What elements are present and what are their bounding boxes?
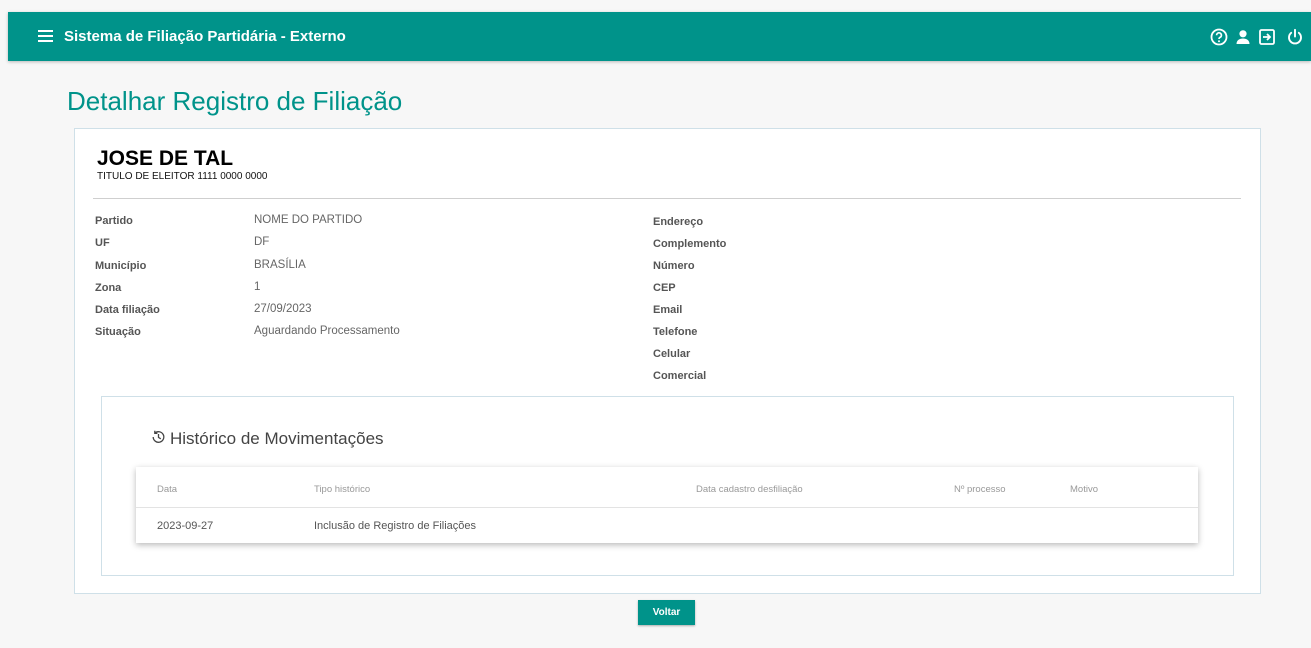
value-municipio: BRASÍLIA [254,259,306,271]
label-endereco: Endereço [653,216,704,228]
label-partido: Partido [95,215,133,227]
label-zona: Zona [95,282,122,294]
history-panel: Histórico de Movimentações Data Tipo his… [101,396,1234,576]
table-cell-data: 2023-09-27 [157,520,214,532]
label-cep: CEP [653,282,676,294]
column-header-data: Data [157,484,178,495]
power-icon[interactable] [1285,27,1305,47]
value-situacao: Aguardando Processamento [254,325,400,337]
label-uf: UF [95,237,110,249]
value-uf: DF [254,236,270,248]
history-title-text: Histórico de Movimentações [170,429,384,448]
filiation-detail-card: JOSE DE TAL TITULO DE ELEITOR 1111 0000 … [74,128,1261,594]
page-title: Detalhar Registro de Filiação [67,86,403,116]
voltar-button[interactable]: Voltar [638,600,695,625]
value-data-filiacao: 27/09/2023 [254,303,312,315]
label-comercial: Comercial [653,370,707,382]
column-header-tipo-historico: Tipo histórico [314,484,371,495]
column-header-data-cadastro-desfiliacao: Data cadastro desfiliação [696,484,803,495]
table-cell-tipo-historico: Inclusão de Registro de Filiações [314,520,477,532]
label-telefone: Telefone [653,326,698,338]
history-title: Histórico de Movimentações [150,429,384,449]
table-row-divider [136,507,1198,508]
history-icon [152,430,165,443]
history-table: Data Tipo histórico Data cadastro desfil… [136,467,1198,543]
column-header-motivo: Motivo [1070,484,1098,495]
label-complemento: Complemento [653,238,727,250]
value-partido: NOME DO PARTIDO [254,214,363,226]
person-name: JOSE DE TAL [97,147,234,170]
voter-title-number: TITULO DE ELEITOR 1111 0000 0000 [97,171,268,182]
app-title: Sistema de Filiação Partidária - Externo [64,28,346,45]
label-numero: Número [653,260,695,272]
divider [93,198,1241,199]
column-header-numero-processo: Nº processo [954,484,1006,495]
label-municipio: Município [95,260,147,272]
exit-icon[interactable] [1257,27,1277,47]
menu-icon[interactable] [38,30,53,42]
label-celular: Celular [653,348,691,360]
top-app-bar: Sistema de Filiação Partidária - Externo [8,12,1311,61]
help-icon[interactable] [1209,27,1229,47]
label-data-filiacao: Data filiação [95,304,160,316]
user-icon[interactable] [1233,27,1253,47]
value-zona: 1 [254,281,261,293]
label-situacao: Situação [95,326,141,338]
label-email: Email [653,304,683,316]
